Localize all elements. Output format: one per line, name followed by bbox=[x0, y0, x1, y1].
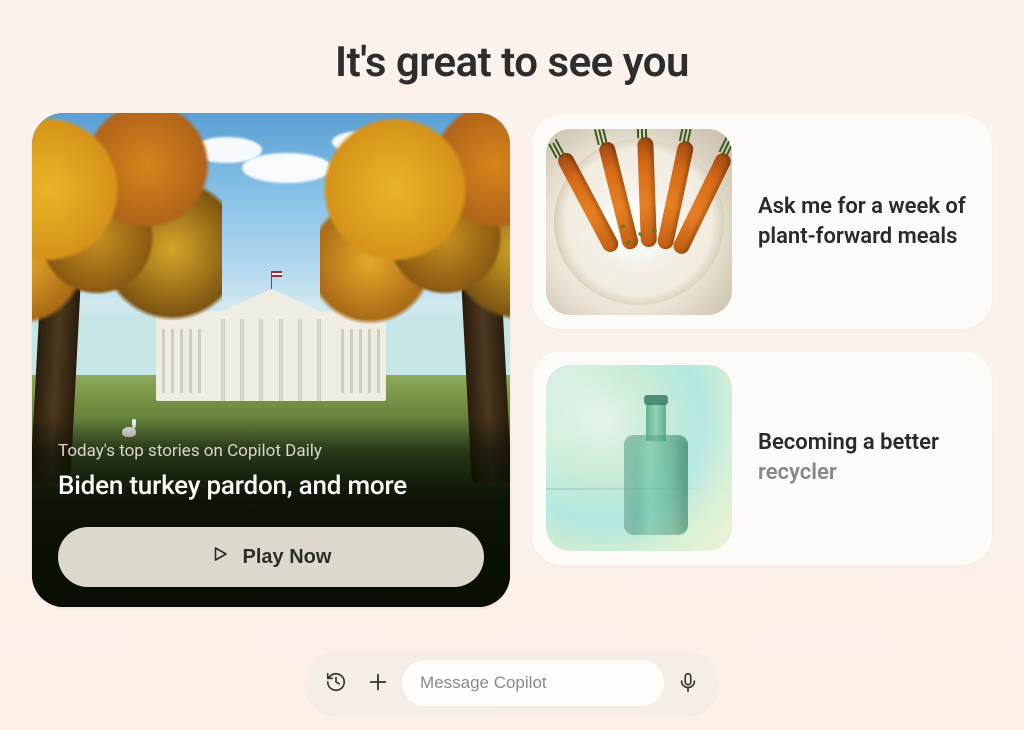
suggestion-card-meals[interactable]: Ask me for a week of plant-forward meals bbox=[532, 115, 992, 329]
suggestions-column: Ask me for a week of plant-forward meals… bbox=[532, 113, 992, 565]
voice-button[interactable] bbox=[670, 665, 706, 701]
play-now-button[interactable]: Play Now bbox=[58, 527, 484, 587]
message-input[interactable] bbox=[420, 673, 646, 693]
play-now-label: Play Now bbox=[243, 546, 332, 569]
greeting-heading: It's great to see you bbox=[335, 38, 689, 87]
message-input-bar bbox=[306, 652, 718, 714]
suggestion-text-main: Becoming a better bbox=[758, 430, 939, 455]
suggestion-text: Becoming a better recycler bbox=[758, 428, 968, 487]
suggestion-text-muted: recycler bbox=[758, 460, 837, 485]
history-icon bbox=[325, 671, 347, 696]
daily-kicker: Today's top stories on Copilot Daily bbox=[58, 441, 484, 461]
daily-story-card[interactable]: Today's top stories on Copilot Daily Bid… bbox=[32, 113, 510, 607]
history-button[interactable] bbox=[318, 665, 354, 701]
suggestion-image-meals bbox=[546, 129, 732, 315]
daily-headline: Biden turkey pardon, and more bbox=[58, 471, 484, 501]
content-row: Today's top stories on Copilot Daily Bid… bbox=[32, 113, 992, 607]
add-button[interactable] bbox=[360, 665, 396, 701]
suggestion-text: Ask me for a week of plant-forward meals bbox=[758, 192, 968, 251]
microphone-icon bbox=[677, 671, 699, 696]
daily-overlay: Today's top stories on Copilot Daily Bid… bbox=[32, 417, 510, 607]
plus-icon bbox=[367, 671, 389, 696]
play-icon bbox=[211, 545, 229, 569]
suggestion-card-recycler[interactable]: Becoming a better recycler bbox=[532, 351, 992, 565]
message-input-wrap[interactable] bbox=[402, 660, 664, 706]
suggestion-image-recycler bbox=[546, 365, 732, 551]
suggestion-text-main: Ask me for a week of plant-forward meals bbox=[758, 194, 966, 249]
